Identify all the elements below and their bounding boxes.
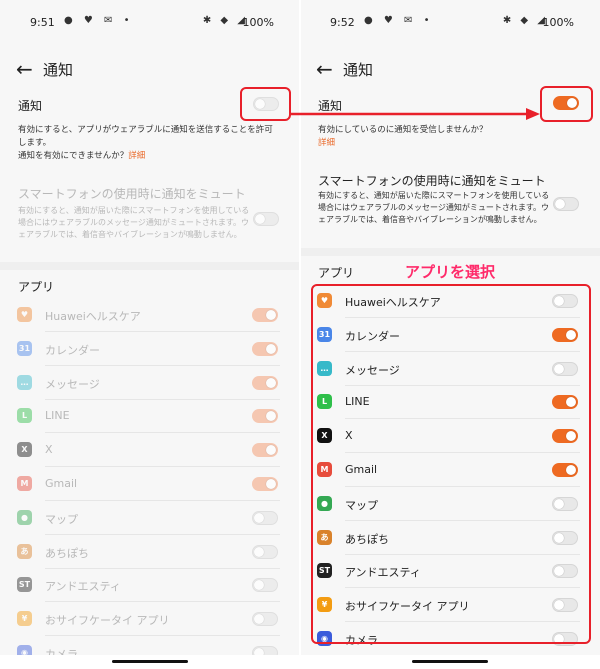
app-toggle[interactable] [252, 308, 278, 322]
mute-title: スマートフォンの使用時に通知をミュート [18, 187, 246, 201]
status-bar: 9:52 ● ♥ ✉ • ✱ ◆ ◢ 100% [300, 0, 600, 44]
app-toggle[interactable] [252, 409, 278, 424]
app-toggle[interactable] [252, 612, 278, 627]
gmail-icon: M [17, 476, 32, 491]
app-toggle[interactable] [252, 510, 278, 525]
highlight-left-toggle [240, 87, 291, 121]
apps-title: アプリ [318, 266, 355, 280]
list-item[interactable]: … メッセージ [0, 366, 300, 400]
list-item[interactable]: ♥ Huaweiヘルスケア [0, 298, 300, 332]
app-name: アンドエスティ [45, 580, 121, 594]
list-item[interactable]: ああちぽち [0, 535, 300, 569]
highlight-app-list [311, 284, 591, 644]
app-name: Gmail [45, 477, 78, 490]
details-link[interactable]: 詳細 [318, 138, 335, 148]
status-time: 9:51 [30, 16, 55, 29]
signal-icons: ✱ ◆ ◢ [202, 15, 248, 26]
list-item[interactable]: M Gmail [0, 467, 300, 501]
notification-icons: ● ♥ ✉ • [364, 15, 434, 26]
mute-toggle[interactable] [553, 197, 579, 211]
achipochi-icon: あ [17, 543, 32, 559]
battery-level: 100% [242, 16, 274, 29]
gesture-bar[interactable] [112, 660, 188, 663]
map-icon: ● [17, 509, 32, 525]
app-toggle[interactable] [252, 341, 278, 356]
signal-icons: ✱ ◆ ◢ [502, 15, 548, 26]
app-name: LINE [45, 409, 70, 423]
apps-title: アプリ [18, 280, 55, 294]
huawei-health-icon: ♥ [17, 307, 32, 322]
notify-label: 通知 [318, 99, 343, 113]
page-header: ← 通知 [0, 56, 300, 86]
mute-desc: 有効にすると、通知が届いた際にスマートフォンを使用している場合にはウェアラブルの… [318, 191, 550, 224]
notify-desc: 有効にしているのに通知を受信しませんか？ 詳細 [318, 125, 488, 148]
list-item[interactable]: 31 カレンダー [0, 332, 300, 366]
gesture-bar[interactable] [412, 660, 488, 663]
calendar-icon: 31 [17, 340, 32, 356]
page-header: ← 通知 [300, 56, 600, 86]
list-item[interactable]: ● マップ [0, 501, 300, 535]
notify-label: 通知 [18, 99, 43, 113]
app-toggle[interactable] [252, 578, 278, 593]
back-arrow-icon[interactable]: ← [16, 56, 33, 82]
andst-icon: ST [17, 577, 32, 593]
mute-title: スマートフォンの使用時に通知をミュート [318, 174, 546, 188]
app-name: カレンダー [45, 343, 100, 357]
status-bar: 9:51 ● ♥ ✉ • ✱ ◆ ◢ 100% [0, 0, 300, 44]
details-link[interactable]: 詳細 [128, 151, 145, 161]
back-arrow-icon[interactable]: ← [316, 56, 333, 82]
highlight-right-toggle [540, 86, 593, 122]
section-divider [0, 262, 300, 270]
app-name: おサイフケータイ アプリ [45, 614, 170, 628]
list-item[interactable]: L LINE [0, 399, 300, 434]
line-icon: L [17, 408, 32, 424]
list-item[interactable]: XX [0, 433, 300, 468]
status-time: 9:52 [330, 16, 355, 29]
app-name: あちぽち [45, 546, 89, 560]
mute-desc: 有効にすると、通知が届いた際にスマートフォンを使用している場合にはウェアラブルの… [18, 206, 250, 239]
list-item[interactable]: ¥ おサイフケータイ アプリ [0, 602, 300, 637]
page-title: 通知 [43, 61, 74, 79]
app-name: メッセージ [45, 377, 100, 391]
battery-level: 100% [542, 16, 574, 29]
app-toggle[interactable] [252, 443, 278, 458]
mute-toggle[interactable] [253, 212, 279, 226]
osaifu-icon: ¥ [17, 611, 32, 627]
notification-icons: ● ♥ ✉ • [64, 15, 134, 26]
page-title: 通知 [343, 61, 374, 79]
app-toggle[interactable] [252, 544, 278, 559]
notify-desc: 有効にすると、アプリがウェアラブルに通知を送信することを許可します。 通知を有効… [18, 125, 273, 161]
app-name: マップ [45, 512, 78, 526]
section-divider [300, 248, 600, 256]
message-icon: … [17, 374, 32, 390]
app-name: Huaweiヘルスケア [45, 310, 141, 323]
app-name: X [45, 443, 53, 457]
app-toggle[interactable] [252, 477, 278, 491]
app-toggle[interactable] [252, 375, 278, 390]
list-item[interactable]: ST アンドエスティ [0, 568, 300, 603]
annotation-label: アプリを選択 [405, 263, 496, 281]
x-icon: X [17, 442, 32, 458]
